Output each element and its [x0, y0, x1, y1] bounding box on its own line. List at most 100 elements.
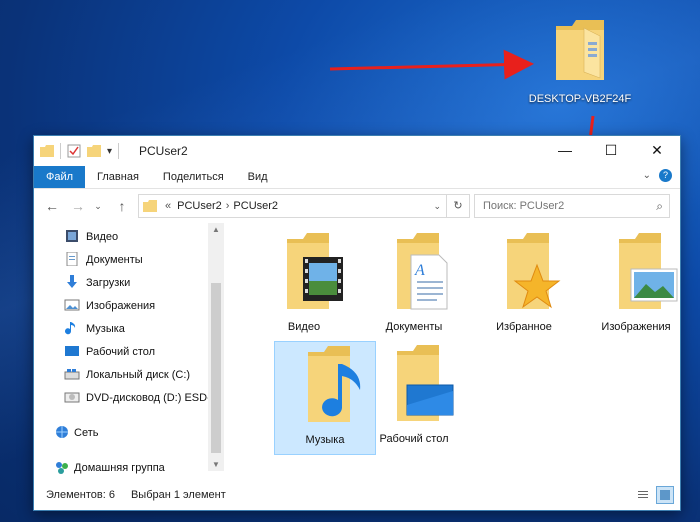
desktop-icon — [65, 346, 79, 356]
desktop-folder-icon — [397, 345, 454, 421]
chevron-down-icon[interactable]: ⌄ — [643, 170, 651, 181]
sidebar-item-label: Рабочий стол — [86, 345, 156, 358]
new-folder-icon[interactable] — [87, 145, 101, 157]
quick-access-toolbar: ▾ — [40, 143, 120, 159]
close-button[interactable]: ✕ — [634, 136, 680, 164]
forward-button[interactable]: → — [68, 198, 88, 214]
sidebar-item-downloads[interactable]: Загрузки — [34, 271, 224, 294]
help-icon[interactable]: ? — [659, 169, 672, 182]
search-box[interactable]: ⌕ — [474, 194, 670, 218]
folder-label: Документы — [385, 321, 443, 333]
downloads-icon — [67, 275, 77, 288]
documents-folder-icon: A — [397, 233, 448, 310]
view-switcher — [634, 486, 674, 504]
sidebar-item-local-disk[interactable]: Локальный диск (C:) — [34, 363, 224, 386]
address-bar[interactable]: « PCUser2 › PCUser2 ⌄ ↻ — [138, 194, 470, 218]
pictures-icon — [64, 299, 80, 311]
svg-text:A: A — [414, 262, 425, 279]
folder-label: Рабочий стол — [379, 433, 449, 445]
sidebar-item-label: Документы — [86, 253, 143, 266]
search-input[interactable] — [481, 199, 645, 213]
sidebar-item-label: Локальный диск (C:) — [86, 368, 191, 381]
ribbon-controls: ⌄ ? — [643, 169, 672, 182]
back-button[interactable]: ← — [42, 198, 62, 214]
folder-label: Избранное — [496, 321, 552, 333]
maximize-button[interactable]: ☐ — [588, 136, 634, 164]
window-title: PCUser2 — [139, 144, 188, 158]
scroll-down-icon[interactable]: ▼ — [208, 460, 224, 469]
status-bar: Элементов: 6 Выбран 1 элемент — [34, 482, 680, 508]
explorer-window: ▾ PCUser2 — ☐ ✕ Файл Главная Поделиться … — [33, 135, 681, 511]
folder-label: Видео — [287, 321, 321, 333]
sidebar-item-label: Сеть — [74, 426, 99, 439]
minimize-button[interactable]: — — [542, 136, 588, 164]
breadcrumb-separator[interactable]: › — [226, 200, 230, 212]
sidebar-item-label: Загрузки — [86, 276, 131, 289]
homegroup-icon — [56, 462, 68, 474]
breadcrumb-overflow[interactable]: « — [165, 200, 171, 212]
address-dropdown-icon[interactable]: ⌄ — [433, 201, 441, 212]
pictures-folder-icon — [619, 233, 678, 309]
sidebar-item-label: Видео — [86, 230, 119, 243]
sidebar-item-desktop[interactable]: Рабочий стол — [34, 340, 224, 363]
folder-icon — [143, 200, 157, 212]
recent-locations-icon[interactable]: ⌄ — [88, 201, 108, 212]
folder-icon — [40, 145, 54, 157]
details-view-icon[interactable] — [634, 486, 652, 504]
tab-view[interactable]: Вид — [236, 166, 280, 188]
scrollbar-thumb[interactable] — [211, 283, 221, 453]
music-folder-icon — [308, 346, 361, 422]
ribbon-tabs: Файл Главная Поделиться Вид ⌄ ? — [34, 166, 680, 189]
title-bar: ▾ PCUser2 — ☐ ✕ — [34, 136, 680, 166]
sidebar-item-label: DVD-дисковод (D:) ESD- — [86, 391, 211, 404]
folder-tile-music[interactable]: Музыка — [274, 341, 376, 455]
folder-label: Музыка — [305, 434, 345, 446]
tab-file[interactable]: Файл — [34, 166, 86, 188]
video-folder-icon — [287, 233, 343, 309]
large-icons-view-icon[interactable] — [656, 486, 674, 504]
sidebar-item-label: Изображения — [86, 299, 156, 312]
sidebar-item-label: Музыка — [86, 322, 125, 335]
favorites-folder-icon — [507, 233, 561, 309]
sidebar-item-label: Домашняя группа — [74, 461, 165, 474]
sidebar-item-network[interactable]: Сеть — [34, 421, 224, 444]
file-view: Видео A Документы Избранное Изображения … — [234, 223, 680, 478]
folder-label: Изображения — [601, 321, 671, 333]
up-button[interactable]: ↑ — [112, 198, 132, 214]
folder-tile-pictures[interactable]: Изображения — [586, 229, 686, 341]
drive-icon — [64, 369, 80, 380]
dvd-icon — [64, 392, 80, 403]
navigation-pane: Видео Документы Загрузки Изображения Муз… — [34, 223, 224, 478]
breadcrumb-item[interactable]: PCUser2 — [177, 200, 222, 212]
folder-icon — [556, 20, 604, 80]
sidebar-item-music[interactable]: Музыка — [34, 317, 224, 340]
sidebar-item-pictures[interactable]: Изображения — [34, 294, 224, 317]
search-icon[interactable]: ⌕ — [656, 199, 663, 214]
breadcrumb-item[interactable]: PCUser2 — [233, 200, 278, 212]
folder-tile-documents[interactable]: A Документы — [364, 229, 464, 341]
sidebar-item-homegroup[interactable]: Домашняя группа — [34, 456, 224, 479]
scroll-up-icon[interactable]: ▲ — [208, 225, 224, 234]
sidebar-item-dvd[interactable]: DVD-дисковод (D:) ESD- — [34, 386, 224, 409]
properties-icon[interactable] — [67, 144, 81, 158]
sidebar-scrollbar[interactable]: ▲ ▼ — [208, 223, 224, 471]
documents-icon — [66, 252, 78, 266]
folder-tile-desktop[interactable]: Рабочий стол — [364, 341, 464, 453]
desktop-computer-folder[interactable]: DESKTOP-VB2F24F — [520, 14, 640, 105]
navigation-bar: ← → ⌄ ↑ « PCUser2 › PCUser2 ⌄ ↻ ⌕ — [34, 189, 680, 223]
music-icon — [65, 322, 76, 335]
folder-tile-favorites[interactable]: Избранное — [474, 229, 574, 341]
folder-tile-video[interactable]: Видео — [254, 229, 354, 341]
selection-count: Выбран 1 элемент — [130, 489, 226, 501]
explorer-body: Видео Документы Загрузки Изображения Муз… — [34, 223, 680, 478]
video-icon — [66, 230, 78, 242]
desktop-computer-label: DESKTOP-VB2F24F — [528, 93, 632, 105]
sidebar-item-video[interactable]: Видео — [34, 225, 224, 248]
refresh-icon[interactable]: ↻ — [446, 195, 469, 217]
tab-share[interactable]: Поделиться — [151, 166, 236, 188]
customize-toolbar-icon[interactable]: ▾ — [107, 146, 112, 157]
tab-home[interactable]: Главная — [85, 166, 151, 188]
item-count: Элементов: 6 — [46, 489, 115, 501]
sidebar-item-documents[interactable]: Документы — [34, 248, 224, 271]
network-icon — [56, 426, 68, 438]
